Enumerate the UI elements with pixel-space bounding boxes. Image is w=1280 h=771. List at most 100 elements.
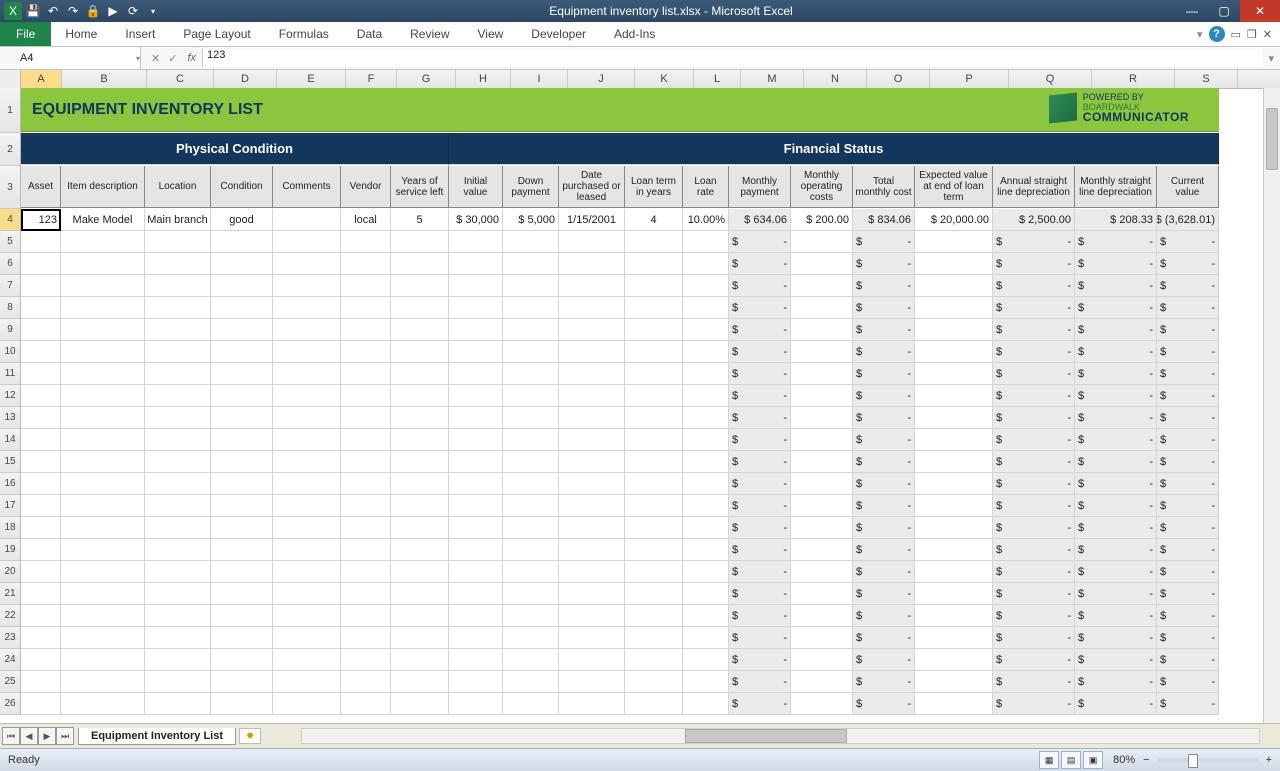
cell-empty[interactable] [791,583,853,605]
cell-empty[interactable] [391,429,449,451]
cell-empty[interactable] [391,385,449,407]
cell-empty[interactable] [145,253,211,275]
cell-empty[interactable]: $- [853,341,915,363]
cell-empty[interactable] [683,385,729,407]
cell-empty[interactable] [791,473,853,495]
cell-empty[interactable] [503,275,559,297]
cell-empty[interactable] [449,253,503,275]
zoom-knob[interactable] [1188,754,1198,768]
cell-empty[interactable]: $- [1157,319,1219,341]
cell-empty[interactable] [915,605,993,627]
cell-empty[interactable]: $- [1075,693,1157,715]
cell-empty[interactable]: $- [1157,363,1219,385]
cell-empty[interactable] [273,473,341,495]
cell-empty[interactable] [211,671,273,693]
cell-empty[interactable] [145,495,211,517]
cell-empty[interactable] [625,385,683,407]
cell-empty[interactable]: $- [853,649,915,671]
header-total-monthly-cost[interactable]: Total monthly cost [853,166,915,208]
cell-empty[interactable] [915,253,993,275]
col-header-C[interactable]: C [147,70,214,88]
cell-empty[interactable]: $- [1157,693,1219,715]
cell-empty[interactable] [915,583,993,605]
cell-empty[interactable] [145,473,211,495]
cell-empty[interactable] [273,649,341,671]
cell-empty[interactable] [683,495,729,517]
cell-empty[interactable] [559,385,625,407]
cell-empty[interactable] [791,693,853,715]
cell-empty[interactable] [503,627,559,649]
col-header-P[interactable]: P [930,70,1009,88]
col-header-Q[interactable]: Q [1009,70,1092,88]
cell-empty[interactable] [341,561,391,583]
cell-empty[interactable] [559,341,625,363]
cell-empty[interactable] [391,649,449,671]
cell-empty[interactable] [915,671,993,693]
cell-empty[interactable] [21,671,61,693]
cell-empty[interactable]: $- [729,671,791,693]
cell-empty[interactable]: $- [1157,583,1219,605]
cell-empty[interactable] [559,231,625,253]
cell-empty[interactable]: $- [1157,539,1219,561]
cell-empty[interactable] [273,319,341,341]
cell-empty[interactable]: $- [853,297,915,319]
cell-empty[interactable] [915,275,993,297]
cell-empty[interactable]: $- [993,495,1075,517]
cell-empty[interactable] [915,693,993,715]
cell-empty[interactable] [211,253,273,275]
cell-empty[interactable] [341,539,391,561]
cell-empty[interactable] [21,605,61,627]
cell-empty[interactable]: $- [1157,517,1219,539]
cell-empty[interactable] [559,495,625,517]
cell-empty[interactable] [341,473,391,495]
cell-empty[interactable] [61,693,145,715]
cell-empty[interactable] [503,473,559,495]
cell-empty[interactable] [211,517,273,539]
cell-empty[interactable] [391,671,449,693]
cell-empty[interactable] [683,231,729,253]
cell-empty[interactable]: $- [1075,429,1157,451]
cell-empty[interactable]: $- [1075,407,1157,429]
view-break-icon[interactable]: ▣ [1083,751,1103,769]
header-initial-value[interactable]: Initial value [449,166,503,208]
zoom-out-icon[interactable]: − [1143,754,1149,766]
cell-empty[interactable] [683,275,729,297]
cell-empty[interactable] [21,429,61,451]
cell-empty[interactable]: $- [729,495,791,517]
cell-empty[interactable]: $- [729,451,791,473]
cell-empty[interactable] [21,363,61,385]
cell-empty[interactable]: $- [853,671,915,693]
cell-empty[interactable]: $- [853,275,915,297]
cell-empty[interactable] [625,517,683,539]
cell-empty[interactable] [341,495,391,517]
row-header-20[interactable]: 20 [0,561,21,583]
col-header-L[interactable]: L [694,70,741,88]
cell-empty[interactable] [61,451,145,473]
cell-empty[interactable]: $- [853,231,915,253]
row-header-19[interactable]: 19 [0,539,21,561]
cell-total_monthly[interactable]: $ 834.06 [853,209,915,231]
qat-more-icon[interactable]: ▾ [144,2,162,20]
cell-empty[interactable] [559,297,625,319]
cell-empty[interactable] [61,495,145,517]
row-header-5[interactable]: 5 [0,231,21,253]
ribbon-tab-home[interactable]: Home [51,22,111,46]
cell-location[interactable]: Main branch [145,209,211,231]
row-header-6[interactable]: 6 [0,253,21,275]
cell-empty[interactable]: $- [729,231,791,253]
cell-empty[interactable] [503,297,559,319]
cell-empty[interactable] [683,671,729,693]
cell-item[interactable]: Make Model [61,209,145,231]
cell-empty[interactable] [211,451,273,473]
cell-empty[interactable] [211,297,273,319]
cell-empty[interactable]: $- [729,539,791,561]
cell-empty[interactable] [211,231,273,253]
cell-empty[interactable] [625,363,683,385]
cell-empty[interactable] [145,275,211,297]
cell-empty[interactable]: $- [993,649,1075,671]
cell-empty[interactable] [273,583,341,605]
cell-empty[interactable] [791,385,853,407]
cell-empty[interactable]: $- [1075,473,1157,495]
cell-empty[interactable] [61,627,145,649]
cell-empty[interactable]: $- [1075,385,1157,407]
